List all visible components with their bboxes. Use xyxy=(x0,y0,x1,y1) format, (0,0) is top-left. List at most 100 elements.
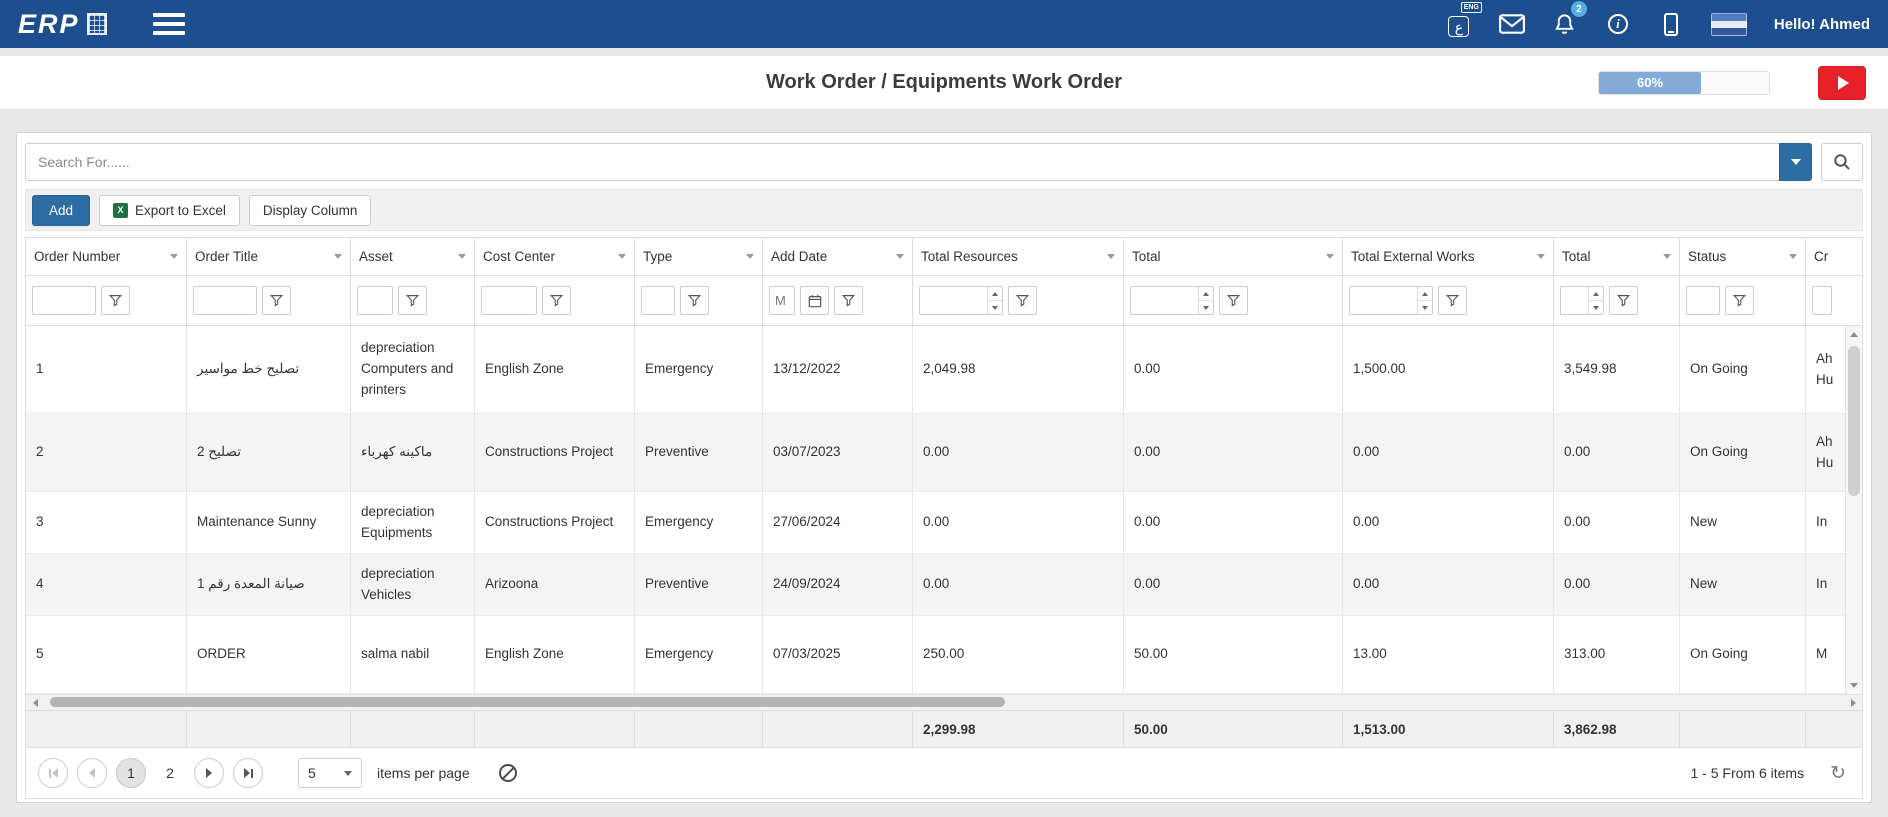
filter-cost-center xyxy=(475,276,635,325)
date-picker-button[interactable] xyxy=(800,286,829,315)
table-row[interactable]: 4 صيانة المعدة رقم 1 depreciation Vehicl… xyxy=(26,554,1862,616)
table-row[interactable]: 5 ORDER salma nabil English Zone Emergen… xyxy=(26,616,1862,694)
column-menu-icon[interactable] xyxy=(458,254,466,259)
filter-type-input[interactable] xyxy=(641,286,675,315)
col-header-cost-center[interactable]: Cost Center xyxy=(475,238,635,275)
search-options-dropdown[interactable] xyxy=(1779,143,1812,181)
filter-asset-input[interactable] xyxy=(357,286,393,315)
filter-button[interactable] xyxy=(398,286,427,315)
vertical-scroll-thumb[interactable] xyxy=(1848,346,1860,496)
user-greeting[interactable]: Hello! Ahmed xyxy=(1774,16,1870,33)
table-row[interactable]: 3 Maintenance Sunny depreciation Equipme… xyxy=(26,492,1862,554)
mobile-phone-icon[interactable] xyxy=(1658,8,1684,40)
notifications-bell-icon[interactable]: 2 xyxy=(1552,8,1578,40)
filter-button[interactable] xyxy=(1438,286,1467,315)
filter-button[interactable] xyxy=(1008,286,1037,315)
summary-cell xyxy=(763,711,913,747)
filter-button[interactable] xyxy=(834,286,863,315)
filter-button[interactable] xyxy=(542,286,571,315)
vertical-scrollbar[interactable] xyxy=(1845,326,1862,694)
cell: 0.00 xyxy=(1343,554,1554,615)
col-header-type[interactable]: Type xyxy=(635,238,763,275)
export-excel-button[interactable]: X Export to Excel xyxy=(99,195,240,226)
filter-total-2-input[interactable] xyxy=(1561,287,1588,314)
spin-up-icon[interactable] xyxy=(1199,287,1213,301)
col-header-status[interactable]: Status xyxy=(1680,238,1806,275)
table-row[interactable]: 2 تصليح 2 ماكينه كهرباء Constructions Pr… xyxy=(26,414,1862,492)
scroll-up-icon[interactable] xyxy=(1846,326,1862,343)
column-menu-icon[interactable] xyxy=(334,254,342,259)
horizontal-scrollbar[interactable] xyxy=(26,694,1862,710)
spin-down-icon[interactable] xyxy=(1589,301,1603,314)
col-header-created[interactable]: Cr xyxy=(1806,238,1862,275)
messages-icon[interactable] xyxy=(1499,8,1525,40)
column-menu-icon[interactable] xyxy=(1663,254,1671,259)
column-menu-icon[interactable] xyxy=(1789,254,1797,259)
spin-up-icon[interactable] xyxy=(988,287,1002,301)
column-menu-icon[interactable] xyxy=(170,254,178,259)
page-2-button[interactable]: 2 xyxy=(155,758,185,788)
col-header-order-title[interactable]: Order Title xyxy=(187,238,351,275)
next-page-button[interactable] xyxy=(194,758,224,788)
column-menu-icon[interactable] xyxy=(1537,254,1545,259)
scroll-right-icon[interactable] xyxy=(1844,695,1862,710)
spin-down-icon[interactable] xyxy=(1418,301,1432,314)
column-menu-icon[interactable] xyxy=(618,254,626,259)
page-1-button[interactable]: 1 xyxy=(116,758,146,788)
search-input[interactable] xyxy=(25,143,1779,181)
flag-avatar[interactable] xyxy=(1711,13,1747,36)
filter-button[interactable] xyxy=(101,286,130,315)
spin-up-icon[interactable] xyxy=(1589,287,1603,301)
cancel-changes-button[interactable] xyxy=(494,759,522,787)
first-page-button[interactable] xyxy=(38,758,68,788)
filter-total-external-works-input[interactable] xyxy=(1350,287,1417,314)
refresh-icon[interactable]: ↻ xyxy=(1830,762,1846,785)
cell: 1 xyxy=(26,326,187,413)
col-header-total[interactable]: Total xyxy=(1124,238,1343,275)
page-size-select[interactable]: 5 xyxy=(298,758,362,788)
cell: 4 xyxy=(26,554,187,615)
col-header-order-number[interactable]: Order Number xyxy=(26,238,187,275)
filter-created-input[interactable] xyxy=(1812,286,1832,315)
filter-order-title-input[interactable] xyxy=(193,286,257,315)
horizontal-scroll-thumb[interactable] xyxy=(50,697,1005,707)
col-header-add-date[interactable]: Add Date xyxy=(763,238,913,275)
column-menu-icon[interactable] xyxy=(746,254,754,259)
column-menu-icon[interactable] xyxy=(1326,254,1334,259)
info-icon[interactable]: i xyxy=(1605,8,1631,40)
filter-status-input[interactable] xyxy=(1686,286,1720,315)
filter-button[interactable] xyxy=(680,286,709,315)
column-menu-icon[interactable] xyxy=(1107,254,1115,259)
search-button[interactable] xyxy=(1821,143,1863,181)
filter-button[interactable] xyxy=(1725,286,1754,315)
table-row[interactable]: 1 تصليح خط مواسير depreciation Computers… xyxy=(26,326,1862,414)
language-switcher-icon[interactable]: ENG ع xyxy=(1446,8,1472,40)
filter-button[interactable] xyxy=(1219,286,1248,315)
cell: Maintenance Sunny xyxy=(187,492,351,553)
scroll-left-icon[interactable] xyxy=(26,695,44,710)
col-header-total-external-works[interactable]: Total External Works xyxy=(1343,238,1554,275)
last-page-button[interactable] xyxy=(233,758,263,788)
filter-button[interactable] xyxy=(262,286,291,315)
spin-down-icon[interactable] xyxy=(988,301,1002,314)
summary-cell xyxy=(475,711,635,747)
spin-up-icon[interactable] xyxy=(1418,287,1432,301)
display-column-button[interactable]: Display Column xyxy=(249,195,372,226)
filter-total-input[interactable] xyxy=(1131,287,1198,314)
filter-order-number-input[interactable] xyxy=(32,286,96,315)
prev-page-button[interactable] xyxy=(77,758,107,788)
menu-toggle-icon[interactable] xyxy=(153,13,185,35)
filter-total-resources-input[interactable] xyxy=(920,287,987,314)
filter-button[interactable] xyxy=(1609,286,1638,315)
spin-down-icon[interactable] xyxy=(1199,301,1213,314)
add-button[interactable]: Add xyxy=(32,195,90,226)
filter-cost-center-input[interactable] xyxy=(481,286,537,315)
col-header-total-2[interactable]: Total xyxy=(1554,238,1680,275)
col-header-total-resources[interactable]: Total Resources xyxy=(913,238,1124,275)
col-header-asset[interactable]: Asset xyxy=(351,238,475,275)
play-button[interactable] xyxy=(1818,66,1866,100)
scroll-down-icon[interactable] xyxy=(1846,677,1862,694)
app-logo[interactable]: ERP xyxy=(18,9,107,40)
column-menu-icon[interactable] xyxy=(896,254,904,259)
filter-add-date-input[interactable] xyxy=(769,286,795,315)
